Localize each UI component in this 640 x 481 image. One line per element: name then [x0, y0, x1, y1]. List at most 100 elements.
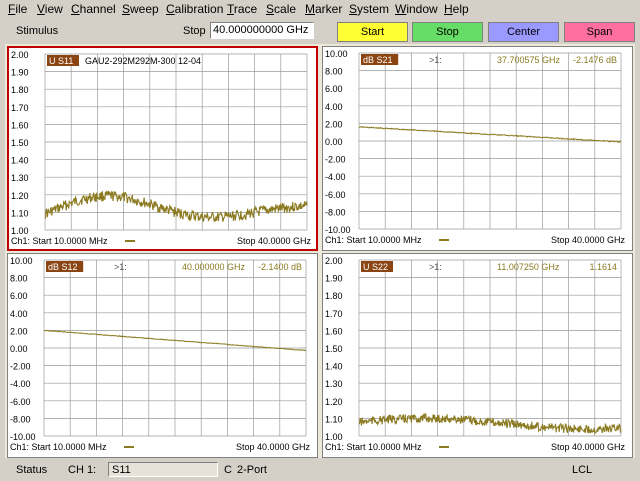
sweep-start-label: Ch1: Start 10.0000 MHz — [325, 442, 422, 452]
y-tick-label: -2.00 — [325, 155, 346, 165]
y-tick-label: 1.50 — [325, 344, 343, 354]
start-button[interactable]: Start — [337, 22, 408, 42]
marker-frequency: 37.700575 GHz — [497, 55, 561, 65]
status-bar: Status CH 1: S11 C 2-Port LCL — [0, 460, 640, 481]
y-tick-label: -6.00 — [325, 190, 346, 200]
chart-panel-s22[interactable]: 2.00 1.90 1.80 1.70 1.60 1.50 1.40 1.30 1.20 1.10… — [322, 253, 633, 458]
y-tick-label: 1.70 — [11, 103, 29, 113]
y-tick-label: 1.00 — [325, 432, 343, 442]
marker-frequency: 40.000000 GHz — [182, 262, 246, 272]
y-tick-label: 8.00 — [10, 274, 28, 284]
y-tick-label: 1.60 — [11, 120, 29, 130]
y-tick-label: 4.00 — [10, 309, 28, 319]
y-tick-label: 1.30 — [11, 173, 29, 183]
y-tick-label: -4.00 — [10, 379, 31, 389]
menu-calibration[interactable]: Calibration — [166, 2, 223, 16]
chart-svg-s11: 2.00 1.90 1.80 1.70 1.60 1.50 1.40 1.30 1.20 1.10… — [11, 50, 312, 246]
y-tick-label: 1.00 — [11, 226, 29, 236]
y-tick-label: -4.00 — [325, 172, 346, 182]
plot-area: 2.00 1.90 1.80 1.70 1.60 1.50 1.40 1.30 1.20 1.10… — [5, 44, 635, 458]
sweep-start-label: Ch1: Start 10.0000 MHz — [325, 235, 422, 245]
marker-label: >1: — [114, 262, 127, 272]
marker-label: >1: — [429, 262, 442, 272]
trace-annotation: GAU2-292M292M-300 12-04 — [85, 56, 201, 66]
y-tick-label: 1.20 — [11, 191, 29, 201]
y-tick-label: 8.00 — [325, 67, 343, 77]
y-tick-label: 1.30 — [325, 379, 343, 389]
y-tick-label: 10.00 — [325, 49, 348, 59]
y-tick-label: -6.00 — [10, 397, 31, 407]
marker-frequency: 11.007250 GHz — [497, 262, 560, 272]
menu-trace[interactable]: Trace — [227, 2, 257, 16]
menu-window[interactable]: Window — [395, 2, 438, 16]
y-tick-label: 1.10 — [11, 208, 29, 218]
menu-view[interactable]: View — [37, 2, 63, 16]
y-tick-label: 0.00 — [325, 137, 343, 147]
stop-button[interactable]: Stop — [412, 22, 483, 42]
chart-svg-s12: 10.00 8.00 6.00 4.00 2.00 0.00 -2.00 -4.00 -6.00… — [10, 256, 311, 452]
y-tick-label: -8.00 — [10, 414, 31, 424]
menu-scale[interactable]: Scale — [266, 2, 296, 16]
trace-badge-label: U S22 — [363, 262, 388, 272]
stimulus-toolbar: Stimulus Stop 40.000000000 GHz Start Sto… — [0, 19, 640, 44]
sweep-stop-label: Stop 40.0000 GHz — [236, 442, 311, 452]
trace-badge-label: dB S12 — [48, 262, 78, 272]
y-tick-label: 0.00 — [10, 344, 28, 354]
y-tick-label: 1.10 — [325, 414, 343, 424]
trace-badge-label: dB S21 — [363, 55, 393, 65]
menu-marker[interactable]: Marker — [305, 2, 342, 16]
status-port: 2-Port — [237, 464, 267, 476]
status-cal: C — [224, 464, 232, 476]
marker-value: 1.1614 — [589, 262, 617, 272]
stimulus-label: Stimulus — [16, 25, 59, 37]
marker-value: -2.1476 dB — [573, 55, 617, 65]
chart-panel-s11[interactable]: 2.00 1.90 1.80 1.70 1.60 1.50 1.40 1.30 1.20 1.10… — [7, 46, 318, 251]
sweep-start-label: Ch1: Start 10.0000 MHz — [11, 236, 108, 246]
y-tick-label: 1.60 — [325, 326, 343, 336]
stop-label: Stop — [183, 25, 206, 37]
status-mode: LCL — [572, 464, 593, 476]
y-tick-label: 6.00 — [10, 291, 28, 301]
chart-panel-s21[interactable]: 10.00 8.00 6.00 4.00 2.00 0.00 -2.00 -4.00 -6.00… — [322, 46, 633, 251]
sweep-stop-label: Stop 40.0000 GHz — [237, 236, 312, 246]
y-tick-label: 2.00 — [11, 50, 29, 60]
marker-label: >1: — [429, 55, 442, 65]
y-tick-label: -10.00 — [10, 432, 36, 442]
sweep-start-label: Ch1: Start 10.0000 MHz — [10, 442, 107, 452]
span-button[interactable]: Span — [564, 22, 635, 42]
menu-bar: File View Channel Sweep Calibration Trac… — [0, 0, 640, 18]
y-tick-label: -10.00 — [325, 225, 351, 235]
y-tick-label: 1.80 — [11, 85, 29, 95]
y-tick-label: 1.80 — [325, 291, 343, 301]
y-tick-label: -2.00 — [10, 362, 31, 372]
sweep-stop-label: Stop 40.0000 GHz — [551, 235, 626, 245]
chart-svg-s22: 2.00 1.90 1.80 1.70 1.60 1.50 1.40 1.30 1.20 1.10… — [325, 256, 626, 452]
menu-system[interactable]: System — [349, 2, 389, 16]
y-tick-label: 1.20 — [325, 397, 343, 407]
y-tick-label: 6.00 — [325, 84, 343, 94]
marker-value: -2.1400 dB — [258, 262, 302, 272]
menu-channel[interactable]: Channel — [71, 2, 116, 16]
y-tick-label: 1.70 — [325, 309, 343, 319]
status-label: Status — [16, 464, 48, 476]
y-tick-label: 10.00 — [10, 256, 33, 266]
y-tick-label: 1.40 — [325, 362, 343, 372]
y-tick-label: 1.90 — [325, 274, 343, 284]
y-tick-label: 1.40 — [11, 156, 29, 166]
y-tick-label: 2.00 — [325, 119, 343, 129]
menu-help[interactable]: Help — [444, 2, 469, 16]
chart-svg-s21: 10.00 8.00 6.00 4.00 2.00 0.00 -2.00 -4.00 -6.00… — [325, 49, 626, 245]
y-tick-label: -8.00 — [325, 207, 346, 217]
y-tick-label: 2.00 — [10, 326, 28, 336]
center-button[interactable]: Center — [488, 22, 559, 42]
chart-panel-s12[interactable]: 10.00 8.00 6.00 4.00 2.00 0.00 -2.00 -4.00 -6.00… — [7, 253, 318, 458]
y-tick-label: 1.50 — [11, 138, 29, 148]
status-parameter: S11 — [108, 462, 218, 477]
sweep-stop-label: Stop 40.0000 GHz — [551, 442, 626, 452]
menu-sweep[interactable]: Sweep — [122, 2, 159, 16]
trace-badge-label: U S11 — [49, 56, 73, 66]
stop-frequency-input[interactable]: 40.000000000 GHz — [210, 22, 314, 39]
y-tick-label: 4.00 — [325, 102, 343, 112]
menu-file[interactable]: File — [8, 2, 27, 16]
status-channel: CH 1: — [68, 464, 97, 476]
